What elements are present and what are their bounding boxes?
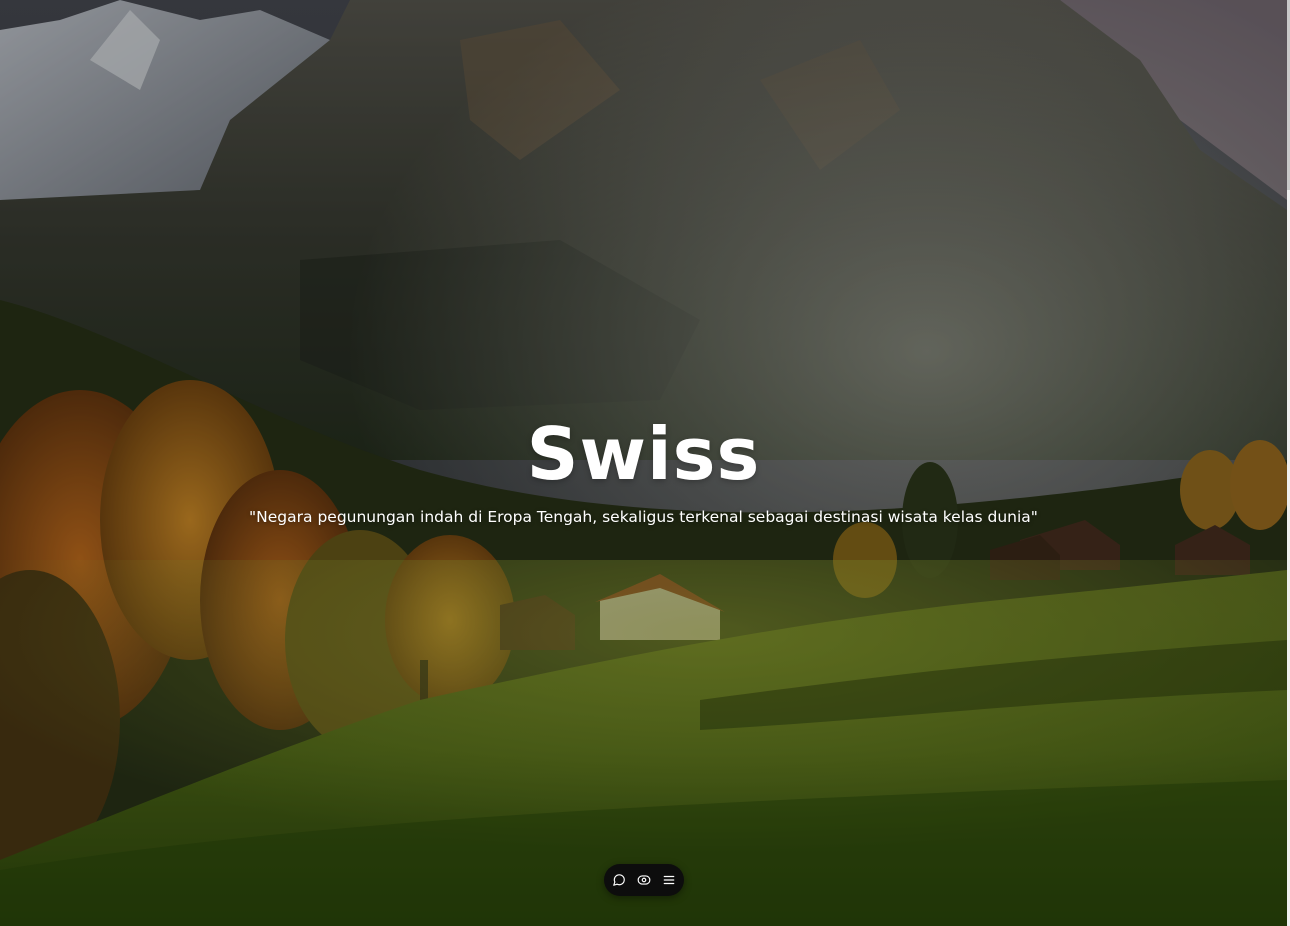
hero-tagline: "Negara pegunungan indah di Eropa Tengah…: [249, 508, 1038, 526]
hero-section: Swiss "Negara pegunungan indah di Eropa …: [0, 0, 1287, 926]
hero-title: Swiss: [526, 412, 761, 496]
menu-icon[interactable]: [659, 870, 679, 890]
chat-bubble-icon[interactable]: [609, 870, 629, 890]
bottom-nav-bar: [604, 864, 684, 896]
eye-icon[interactable]: [634, 870, 654, 890]
